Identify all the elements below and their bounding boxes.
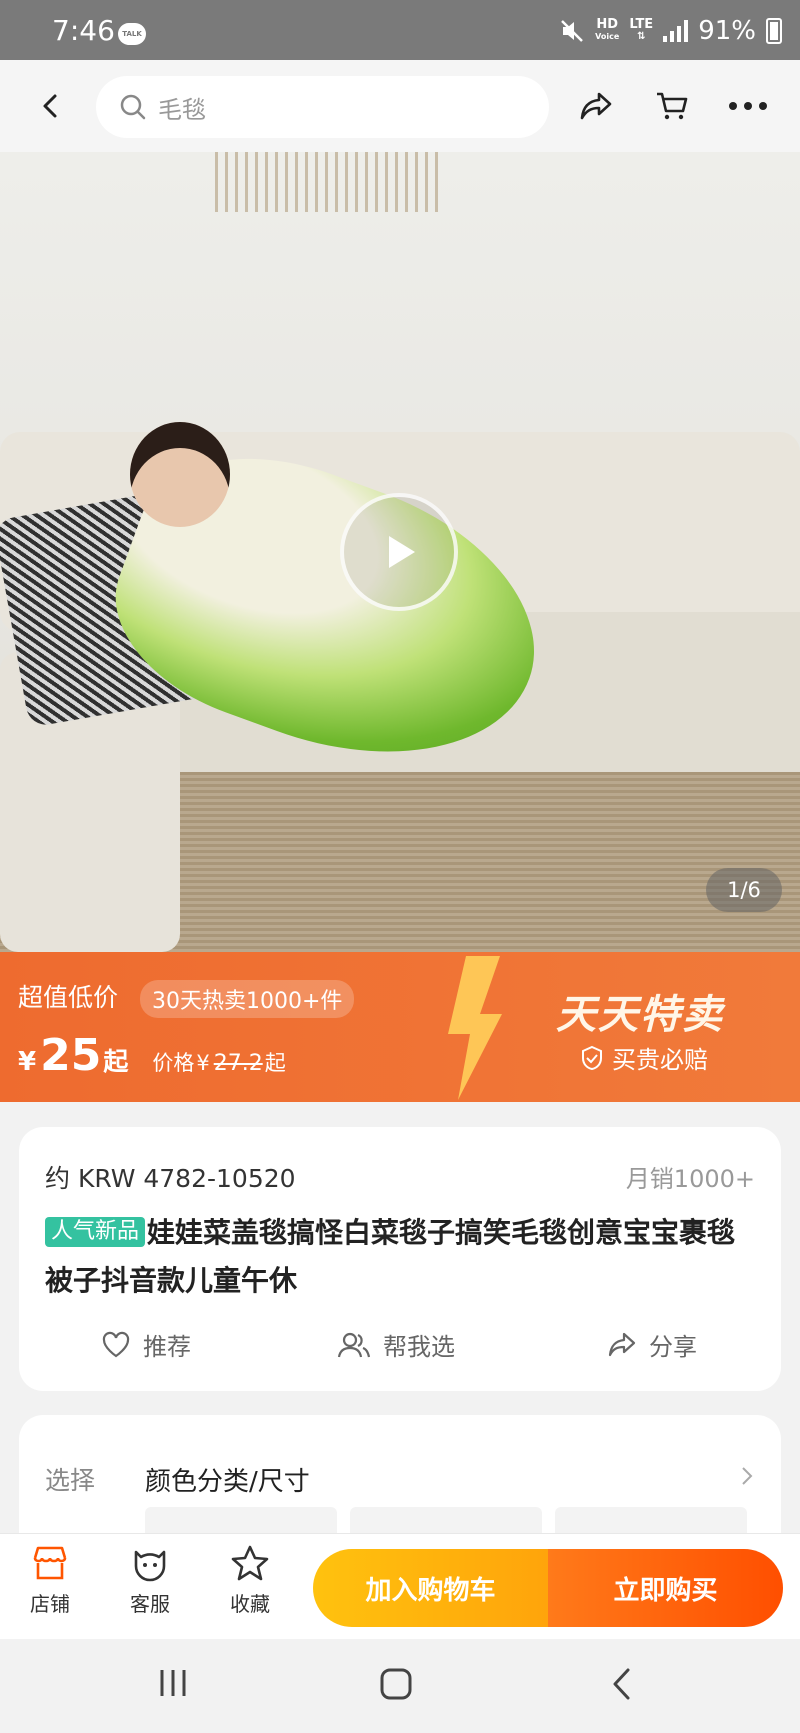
home-icon[interactable] bbox=[378, 1666, 414, 1702]
top-navbar: 毛毯 bbox=[0, 60, 800, 152]
battery-percent: 91% bbox=[698, 16, 756, 46]
more-icon bbox=[729, 102, 767, 110]
share-product-button[interactable]: 分享 bbox=[607, 1327, 697, 1362]
sale-price: 25 bbox=[40, 1030, 102, 1081]
customer-service-tab[interactable]: 客服 bbox=[110, 1544, 190, 1617]
talk-notification-icon: TALK bbox=[118, 23, 146, 45]
monthly-sales: 月销1000+ bbox=[625, 1165, 755, 1193]
mute-icon bbox=[561, 20, 584, 42]
original-price-suffix: 起 bbox=[264, 1051, 286, 1075]
share-icon bbox=[608, 1332, 636, 1356]
share-label: 分享 bbox=[649, 1333, 697, 1361]
original-currency: ¥ bbox=[196, 1051, 210, 1075]
product-actions: 推荐 帮我选 分享 bbox=[19, 1327, 781, 1367]
play-video-button[interactable] bbox=[340, 493, 458, 611]
tiantian-temai-logo: 天天特卖 bbox=[556, 992, 724, 1038]
cart-icon bbox=[657, 92, 688, 120]
recent-apps-icon[interactable] bbox=[156, 1666, 190, 1700]
lte-icon: LTE ⇅ bbox=[629, 17, 654, 42]
bottom-action-bar: 店铺 客服 收藏 加入购物车 立即购买 bbox=[0, 1533, 800, 1639]
search-bar[interactable]: 毛毯 bbox=[96, 76, 549, 138]
store-tab[interactable]: 店铺 bbox=[10, 1544, 90, 1617]
wall-hanging bbox=[215, 152, 440, 212]
cart-button[interactable] bbox=[646, 80, 698, 132]
status-bar: 7:46 TALK HD Voice LTE ⇅ 91% bbox=[0, 0, 800, 60]
search-query: 毛毯 bbox=[158, 95, 206, 124]
price-suffix: 起 bbox=[103, 1047, 129, 1076]
child bbox=[130, 422, 230, 527]
purchase-buttons: 加入购物车 立即购买 bbox=[313, 1549, 783, 1627]
product-info-card: 约 KRW 4782-10520 月销1000+ 人气新品 娃娃菜盖毯搞怪白菜毯子… bbox=[19, 1127, 781, 1391]
search-icon bbox=[120, 94, 146, 120]
people-icon bbox=[337, 1332, 371, 1357]
guarantee-text: 买贵必赔 bbox=[612, 1046, 708, 1074]
battery-icon bbox=[766, 18, 782, 44]
lightning-icon bbox=[448, 956, 502, 1100]
store-icon bbox=[33, 1546, 67, 1580]
share-icon bbox=[580, 92, 612, 120]
shield-check-icon bbox=[582, 1045, 602, 1070]
favorite-tab[interactable]: 收藏 bbox=[210, 1544, 290, 1617]
heart-icon bbox=[102, 1331, 130, 1357]
customer-service-label: 客服 bbox=[130, 1592, 170, 1616]
original-price-label: 价格 bbox=[152, 1051, 195, 1075]
status-time: 7:46 bbox=[52, 14, 115, 47]
price-guarantee: 买贵必赔 bbox=[580, 1040, 708, 1075]
help-me-choose-button[interactable]: 帮我选 bbox=[337, 1327, 455, 1362]
select-value: 颜色分类/尺寸 bbox=[145, 1467, 310, 1497]
product-page: 7:46 TALK HD Voice LTE ⇅ 91% 毛毯 1/6 超值低价… bbox=[0, 0, 800, 1733]
promo-banner[interactable]: 超值低价 30天热卖1000+件 ¥ 25 起 价格 ¥ 27.2 起 天天特卖… bbox=[0, 952, 800, 1102]
product-title: 人气新品 娃娃菜盖毯搞怪白菜毯子搞笑毛毯创意宝宝裹毯被子抖音款儿童午休 bbox=[45, 1209, 755, 1305]
promo-title: 超值低价 bbox=[18, 983, 119, 1012]
back-icon[interactable] bbox=[606, 1666, 640, 1702]
price-row: ¥ 25 起 价格 ¥ 27.2 起 bbox=[18, 1030, 286, 1081]
play-icon bbox=[389, 536, 415, 568]
recommend-label: 推荐 bbox=[143, 1333, 191, 1361]
recommend-button[interactable]: 推荐 bbox=[101, 1327, 191, 1362]
favorite-label: 收藏 bbox=[230, 1592, 270, 1616]
product-image-gallery[interactable]: 1/6 bbox=[0, 152, 800, 952]
image-counter: 1/6 bbox=[706, 868, 782, 912]
currency-symbol: ¥ bbox=[18, 1047, 37, 1077]
new-popular-tag: 人气新品 bbox=[45, 1217, 146, 1247]
product-title-text: 娃娃菜盖毯搞怪白菜毯子搞笑毛毯创意宝宝裹毯被子抖音款儿童午休 bbox=[45, 1216, 736, 1297]
share-button[interactable] bbox=[570, 80, 622, 132]
buy-now-button[interactable]: 立即购买 bbox=[548, 1549, 783, 1627]
hd-voice-icon: HD Voice bbox=[595, 17, 620, 41]
krw-price-range: 约 KRW 4782-10520 bbox=[45, 1164, 296, 1193]
select-label: 选择 bbox=[45, 1466, 96, 1495]
back-button[interactable] bbox=[25, 80, 77, 132]
more-button[interactable] bbox=[722, 80, 774, 132]
help-me-choose-label: 帮我选 bbox=[383, 1333, 455, 1361]
signal-icon bbox=[663, 20, 689, 42]
customer-service-icon bbox=[134, 1550, 166, 1582]
store-label: 店铺 bbox=[30, 1592, 70, 1616]
star-icon bbox=[231, 1545, 269, 1581]
add-to-cart-button[interactable]: 加入购物车 bbox=[313, 1549, 548, 1627]
system-navigation-bar bbox=[0, 1639, 800, 1733]
hot-sale-pill: 30天热卖1000+件 bbox=[140, 980, 355, 1018]
chevron-right-icon bbox=[742, 1467, 753, 1485]
system-icons: HD Voice LTE ⇅ 91% bbox=[559, 14, 782, 48]
back-icon bbox=[43, 94, 57, 118]
original-price: 27.2 bbox=[213, 1051, 263, 1076]
